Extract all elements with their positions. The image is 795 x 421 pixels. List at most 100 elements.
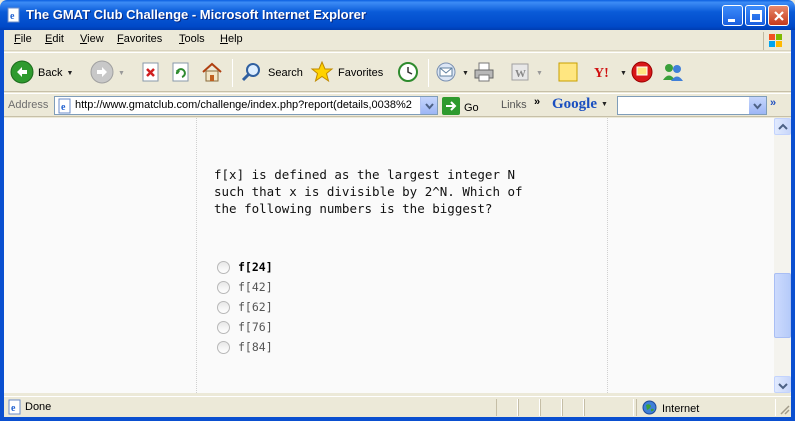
back-button[interactable]: Back ▼	[10, 60, 73, 86]
menu-tools[interactable]: Tools	[179, 33, 205, 45]
go-button[interactable]: Go	[442, 97, 479, 118]
svg-text:e: e	[11, 403, 16, 414]
yahoo-dropdown-icon[interactable]: ▼	[620, 70, 627, 77]
search-icon	[240, 60, 264, 87]
messenger-button[interactable]	[660, 60, 686, 86]
radio-button[interactable]	[217, 320, 230, 334]
status-text: Done	[25, 401, 52, 413]
discuss-button[interactable]	[556, 60, 580, 86]
word-icon: W	[508, 60, 532, 87]
menu-favorites[interactable]: Favorites	[117, 33, 162, 45]
mail-dropdown-icon[interactable]: ▼	[462, 70, 469, 77]
forward-arrow-icon	[90, 60, 114, 87]
history-button[interactable]	[396, 60, 420, 86]
vertical-scrollbar[interactable]	[774, 118, 791, 393]
mail-icon	[434, 60, 458, 87]
google-search-dropdown-icon[interactable]	[749, 97, 766, 114]
answer-option[interactable]: f[62]	[217, 299, 273, 315]
window-title: The GMAT Club Challenge - Microsoft Inte…	[26, 7, 366, 22]
status-segment	[562, 399, 584, 416]
address-url: http://www.gmatclub.com/challenge/index.…	[75, 99, 412, 111]
security-zone: Internet	[642, 400, 699, 418]
address-dropdown-icon[interactable]	[420, 97, 437, 114]
messenger-alert-button[interactable]	[630, 60, 654, 86]
stop-icon	[140, 61, 162, 86]
zone-label: Internet	[662, 403, 700, 415]
status-segment	[540, 399, 562, 416]
address-input[interactable]: e http://www.gmatclub.com/challenge/inde…	[54, 96, 438, 115]
answer-label: f[24]	[238, 260, 273, 274]
address-bar: Address e http://www.gmatclub.com/challe…	[4, 93, 791, 117]
windows-logo-icon	[763, 32, 785, 50]
answer-label: f[84]	[238, 340, 273, 354]
status-segment	[584, 399, 634, 416]
answer-option[interactable]: f[24]	[217, 259, 273, 275]
resize-grip-icon[interactable]	[778, 403, 790, 418]
forward-button[interactable]: ▼	[90, 60, 125, 86]
radio-button[interactable]	[217, 260, 230, 274]
alert-icon	[630, 60, 654, 87]
radio-button[interactable]	[217, 280, 230, 294]
close-button[interactable]	[768, 5, 789, 26]
menu-file[interactable]: File	[14, 33, 32, 45]
google-dropdown-icon[interactable]: ▼	[601, 101, 608, 108]
chevron-right-icon[interactable]: »	[534, 96, 540, 108]
radio-button[interactable]	[217, 300, 230, 314]
status-bar: e Done Internet	[4, 396, 791, 417]
standard-toolbar: Back ▼ ▼ Search Favorites ▼ W ▼ Y! ▼	[4, 52, 791, 92]
ie-page-icon: e	[6, 7, 22, 23]
scroll-thumb[interactable]	[774, 273, 791, 338]
address-label: Address	[8, 99, 49, 111]
chevron-right-icon[interactable]: »	[770, 97, 776, 109]
stop-button[interactable]	[140, 60, 162, 86]
answer-option[interactable]: f[84]	[217, 339, 273, 355]
page-content: f[x] is defined as the largest integer N…	[4, 118, 774, 393]
links-label[interactable]: Links	[501, 99, 527, 111]
favorites-label: Favorites	[338, 67, 384, 79]
menu-view[interactable]: View	[80, 33, 104, 45]
radio-button[interactable]	[217, 340, 230, 354]
search-button[interactable]: Search	[240, 60, 303, 86]
note-icon	[556, 60, 580, 87]
menu-bar: File Edit View Favorites Tools Help	[4, 30, 791, 51]
scroll-down-button[interactable]	[774, 376, 791, 393]
google-toolbar-button[interactable]: Google ▼	[552, 96, 608, 113]
answer-label: f[76]	[238, 320, 273, 334]
minimize-button[interactable]	[722, 5, 743, 26]
column-divider	[607, 118, 608, 393]
back-dropdown-icon[interactable]: ▼	[66, 70, 73, 77]
home-icon	[200, 60, 224, 87]
google-search-input[interactable]	[617, 96, 767, 115]
forward-dropdown-icon[interactable]: ▼	[118, 70, 125, 77]
yahoo-button[interactable]: Y! ▼	[592, 60, 627, 86]
ie-page-icon: e	[57, 98, 73, 114]
status-segment	[496, 399, 518, 416]
menu-help[interactable]: Help	[220, 33, 243, 45]
edit-word-button[interactable]: W ▼	[508, 60, 543, 86]
edit-dropdown-icon[interactable]: ▼	[536, 70, 543, 77]
column-divider	[196, 118, 197, 393]
yahoo-icon: Y!	[592, 60, 616, 87]
print-button[interactable]	[472, 60, 496, 86]
globe-icon	[642, 400, 657, 418]
window-frame-bottom	[0, 417, 795, 421]
search-label: Search	[268, 67, 303, 79]
mail-button[interactable]: ▼	[434, 60, 469, 86]
scroll-up-button[interactable]	[774, 118, 791, 135]
status-segment	[518, 399, 540, 416]
toolbar-separator	[232, 59, 233, 87]
answer-label: f[42]	[238, 280, 273, 294]
refresh-button[interactable]	[170, 60, 192, 86]
question-text: f[x] is defined as the largest integer N…	[214, 167, 523, 216]
home-button[interactable]	[200, 60, 224, 86]
svg-text:Y!: Y!	[594, 66, 609, 81]
maximize-button[interactable]	[745, 5, 766, 26]
svg-text:W: W	[515, 68, 526, 80]
favorites-button[interactable]: Favorites	[310, 60, 383, 86]
back-label: Back	[38, 67, 63, 79]
menu-edit[interactable]: Edit	[45, 33, 64, 45]
answer-option[interactable]: f[76]	[217, 319, 273, 335]
answer-option[interactable]: f[42]	[217, 279, 273, 295]
answer-label: f[62]	[238, 300, 273, 314]
printer-icon	[472, 60, 496, 87]
